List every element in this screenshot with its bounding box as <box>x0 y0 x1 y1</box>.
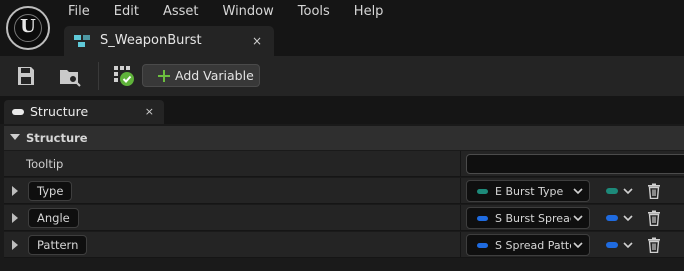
menu-bar: File Edit Asset Window Tools Help <box>56 0 395 24</box>
expand-arrow-icon[interactable] <box>12 213 18 223</box>
variable-type-label: E Burst Type <box>495 185 564 198</box>
struct-asset-icon <box>74 35 90 47</box>
save-icon[interactable] <box>14 64 38 88</box>
variable-type-dropdown[interactable]: S Burst Spread <box>466 207 590 229</box>
browse-asset-icon[interactable] <box>58 64 82 88</box>
delete-trash-icon[interactable] <box>647 237 661 253</box>
container-type-pill-icon[interactable] <box>606 188 618 194</box>
toolbar: Add Variable <box>0 56 684 96</box>
document-tab[interactable]: S_WeaponBurst × <box>64 26 274 56</box>
menu-edit[interactable]: Edit <box>102 0 151 24</box>
unreal-logo-icon[interactable]: U <box>6 6 50 50</box>
variable-name-field[interactable]: Angle <box>28 208 79 228</box>
menu-help[interactable]: Help <box>342 0 396 24</box>
variable-type-label: S Burst Spread <box>495 212 571 225</box>
variable-type-dropdown[interactable]: S Spread Pattern <box>466 234 590 256</box>
category-header[interactable]: Structure <box>4 126 684 150</box>
enum-type-pill-icon <box>477 189 488 194</box>
expand-arrow-icon[interactable] <box>12 186 18 196</box>
add-variable-label: Add Variable <box>175 68 254 83</box>
chevron-down-icon[interactable] <box>623 240 633 250</box>
tab-structure-label: Structure <box>30 104 89 119</box>
variable-name-field[interactable]: Type <box>28 181 73 201</box>
menu-window[interactable]: Window <box>211 0 286 24</box>
chevron-down-icon <box>573 242 583 249</box>
variable-name-field[interactable]: Pattern <box>28 235 88 255</box>
variable-row: Angle S Burst Spread <box>4 205 684 231</box>
menu-asset[interactable]: Asset <box>151 0 211 24</box>
container-type-pill-icon[interactable] <box>606 215 618 221</box>
plus-icon <box>158 70 170 82</box>
close-icon[interactable]: × <box>145 104 154 120</box>
chevron-down-icon[interactable] <box>623 213 633 223</box>
expand-arrow-icon[interactable] <box>12 240 18 250</box>
chevron-down-icon <box>573 215 583 222</box>
close-icon[interactable]: × <box>252 33 262 49</box>
toolbar-separator <box>98 62 99 90</box>
variable-row: Type E Burst Type <box>4 178 684 204</box>
struct-type-pill-icon <box>477 216 488 221</box>
tab-structure[interactable]: Structure × <box>4 100 164 124</box>
variable-type-label: S Spread Pattern <box>495 239 571 252</box>
variable-type-dropdown[interactable]: E Burst Type <box>466 180 590 202</box>
category-title: Structure <box>26 131 88 145</box>
container-type-pill-icon[interactable] <box>606 242 618 248</box>
menu-file[interactable]: File <box>56 0 102 24</box>
add-variable-button[interactable]: Add Variable <box>142 64 260 87</box>
struct-type-pill-icon <box>477 243 488 248</box>
tooltip-row: Tooltip <box>4 151 684 177</box>
document-tab-title: S_WeaponBurst <box>100 33 202 48</box>
variable-row: Pattern S Spread Pattern <box>4 232 684 258</box>
structure-panel: Structure Tooltip Type E Burst Type Angl… <box>0 124 684 271</box>
chevron-down-icon <box>573 188 583 195</box>
menu-tools[interactable]: Tools <box>286 0 342 24</box>
panel-tab-bar: Structure × <box>0 96 684 124</box>
compile-status-icon[interactable] <box>112 64 136 88</box>
delete-trash-icon[interactable] <box>647 210 661 226</box>
tooltip-label: Tooltip <box>26 157 64 171</box>
delete-trash-icon[interactable] <box>647 183 661 199</box>
chevron-down-icon[interactable] <box>623 186 633 196</box>
title-bar: U File Edit Asset Window Tools Help S_We… <box>0 0 684 56</box>
collapse-arrow-icon[interactable] <box>10 134 20 140</box>
tab-indicator-icon <box>12 109 24 115</box>
tooltip-input[interactable] <box>466 154 684 174</box>
